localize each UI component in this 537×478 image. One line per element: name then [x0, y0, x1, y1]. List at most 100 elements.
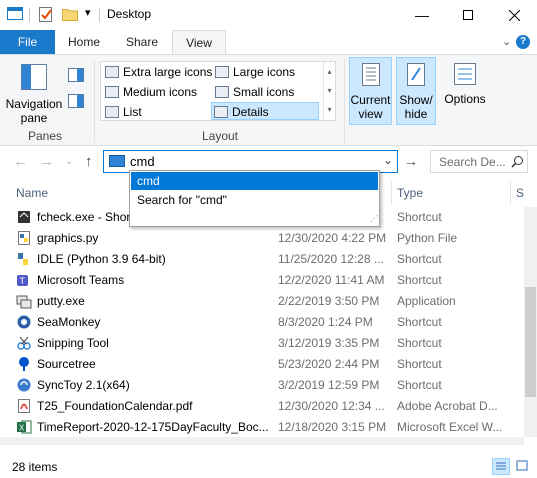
autocomplete-item-cmd[interactable]: cmd — [131, 172, 378, 190]
vertical-scrollbar[interactable] — [524, 207, 537, 437]
shortcut-app-icon — [18, 211, 30, 223]
desktop-icon — [109, 155, 125, 167]
autocomplete-item-search[interactable]: Search for "cmd" — [131, 191, 378, 209]
dropdown-resize-grip-icon[interactable]: ⋰ — [370, 214, 378, 223]
layout-item-label: Details — [232, 105, 269, 119]
details-view-button[interactable] — [492, 458, 510, 475]
preview-pane-icon[interactable] — [68, 68, 84, 82]
collapse-ribbon-icon[interactable]: ⌄ — [502, 35, 511, 48]
minimize-button[interactable]: — — [399, 0, 445, 30]
address-dropdown-icon[interactable]: ⌄ — [383, 153, 393, 167]
file-type: Shortcut — [397, 273, 442, 287]
forward-arrow-icon[interactable]: → — [39, 153, 54, 170]
file-date: 8/3/2020 1:24 PM — [278, 315, 373, 329]
layout-group-label: Layout — [201, 129, 239, 143]
horizontal-scrollbar[interactable] — [0, 437, 524, 445]
file-date: 2/22/2019 3:50 PM — [278, 294, 380, 308]
layout-details[interactable]: Details — [211, 102, 319, 120]
current-view-button[interactable]: Current view — [349, 57, 392, 125]
back-arrow-icon[interactable]: ← — [13, 153, 28, 170]
help-icon[interactable]: ? — [516, 35, 530, 49]
file-type: Microsoft Excel W... — [397, 420, 503, 434]
layout-medium-icons[interactable]: Medium icons — [103, 83, 197, 101]
small-icons-icon — [215, 86, 229, 98]
file-type: Shortcut — [397, 210, 442, 224]
excel-icon: X — [17, 420, 32, 434]
options-label: Options — [444, 92, 486, 106]
maximize-icon — [463, 10, 473, 20]
file-name: T25_FoundationCalendar.pdf — [37, 399, 193, 413]
minimize-icon: — — [415, 7, 429, 23]
table-row[interactable]: graphics.py 12/30/2020 4:22 PM Python File — [0, 228, 524, 249]
layout-extra-large-icons[interactable]: Extra large icons — [103, 63, 212, 81]
synctoy-icon — [17, 378, 31, 392]
layout-small-icons[interactable]: Small icons — [213, 83, 294, 101]
table-row[interactable]: X TimeReport-2020-12-175DayFaculty_Boc...… — [0, 417, 524, 437]
column-header-name[interactable]: Name — [16, 186, 48, 200]
file-type: Application — [397, 294, 456, 308]
table-row[interactable]: Snipping Tool 3/12/2019 3:35 PM Shortcut — [0, 333, 524, 354]
python-file-icon — [18, 231, 30, 245]
close-icon — [508, 9, 520, 21]
file-name: putty.exe — [37, 294, 85, 308]
new-folder-icon[interactable] — [62, 7, 78, 21]
navigation-pane-button[interactable]: Navigation pane — [4, 57, 64, 125]
snipping-tool-icon — [17, 336, 31, 350]
go-arrow-icon[interactable]: → — [404, 153, 418, 169]
panes-group-label: Panes — [27, 129, 63, 143]
file-date: 3/12/2019 3:35 PM — [278, 336, 380, 350]
maximize-button[interactable] — [445, 0, 491, 30]
tab-home[interactable]: Home — [64, 30, 104, 54]
details-view-icon — [496, 462, 506, 470]
layout-gallery: Extra large icons Large icons Medium ico… — [100, 61, 336, 121]
file-name: SeaMonkey — [37, 315, 101, 329]
layout-list[interactable]: List — [103, 103, 142, 121]
address-input-text[interactable]: cmd — [130, 154, 155, 169]
large-icons-view-icon — [516, 460, 528, 471]
file-type: Shortcut — [397, 315, 442, 329]
up-arrow-icon[interactable]: ↑ — [85, 153, 93, 170]
details-pane-icon[interactable] — [68, 94, 84, 108]
table-row[interactable]: IDLE (Python 3.9 64-bit) 11/25/2020 12:28… — [0, 249, 524, 270]
file-type: Shortcut — [397, 357, 442, 371]
recent-locations-icon[interactable]: ⌄ — [65, 156, 73, 167]
large-icons-view-button[interactable] — [514, 458, 532, 475]
qat-customize-icon[interactable]: ▾ — [85, 6, 91, 19]
vertical-scroll-thumb[interactable] — [525, 287, 536, 397]
layout-large-icons[interactable]: Large icons — [213, 63, 295, 81]
table-row[interactable]: T25_FoundationCalendar.pdf 12/30/2020 12:… — [0, 396, 524, 417]
table-row[interactable]: SyncToy 2.1(x64) 3/2/2019 12:59 PM Shortcu… — [0, 375, 524, 396]
column-header-type[interactable]: Type — [397, 186, 423, 200]
file-name: SyncToy 2.1(x64) — [37, 378, 130, 392]
table-row[interactable]: putty.exe 2/22/2019 3:50 PM Application — [0, 291, 524, 312]
layout-gallery-scroll[interactable]: ▴ ▾ ▾ — [323, 62, 335, 120]
current-view-label: Current view — [350, 93, 391, 121]
tab-file[interactable]: File — [0, 30, 55, 54]
column-divider[interactable] — [510, 181, 511, 205]
column-header-size[interactable]: S — [516, 186, 524, 200]
window-title: Desktop — [107, 7, 152, 21]
table-row[interactable]: SeaMonkey 8/3/2020 1:24 PM Shortcut — [0, 312, 524, 333]
file-name: Microsoft Teams — [37, 273, 125, 287]
svg-text:T: T — [20, 276, 26, 286]
show-hide-button[interactable]: Show/ hide — [396, 57, 436, 125]
options-button[interactable]: Options — [440, 57, 490, 125]
column-divider[interactable] — [391, 181, 392, 205]
file-type: Shortcut — [397, 336, 442, 350]
close-button[interactable] — [491, 0, 537, 30]
file-type: Python File — [397, 231, 458, 245]
large-icons-icon — [215, 66, 229, 78]
table-row[interactable]: Sourcetree 5/23/2020 2:44 PM Shortcut — [0, 354, 524, 375]
tab-share[interactable]: Share — [120, 30, 164, 54]
search-box[interactable]: Search De... — [430, 150, 528, 173]
properties-icon[interactable] — [38, 6, 54, 23]
tab-view[interactable]: View — [172, 30, 226, 55]
file-date: 12/30/2020 12:34 ... — [278, 399, 385, 413]
search-icon — [511, 156, 523, 168]
current-view-icon — [361, 63, 380, 86]
file-name: graphics.py — [37, 231, 99, 245]
putty-icon — [16, 295, 32, 309]
navigation-pane-icon — [21, 64, 47, 90]
layout-item-label: List — [123, 105, 142, 119]
table-row[interactable]: T Microsoft Teams 12/2/2020 11:41 AM Shortc… — [0, 270, 524, 291]
